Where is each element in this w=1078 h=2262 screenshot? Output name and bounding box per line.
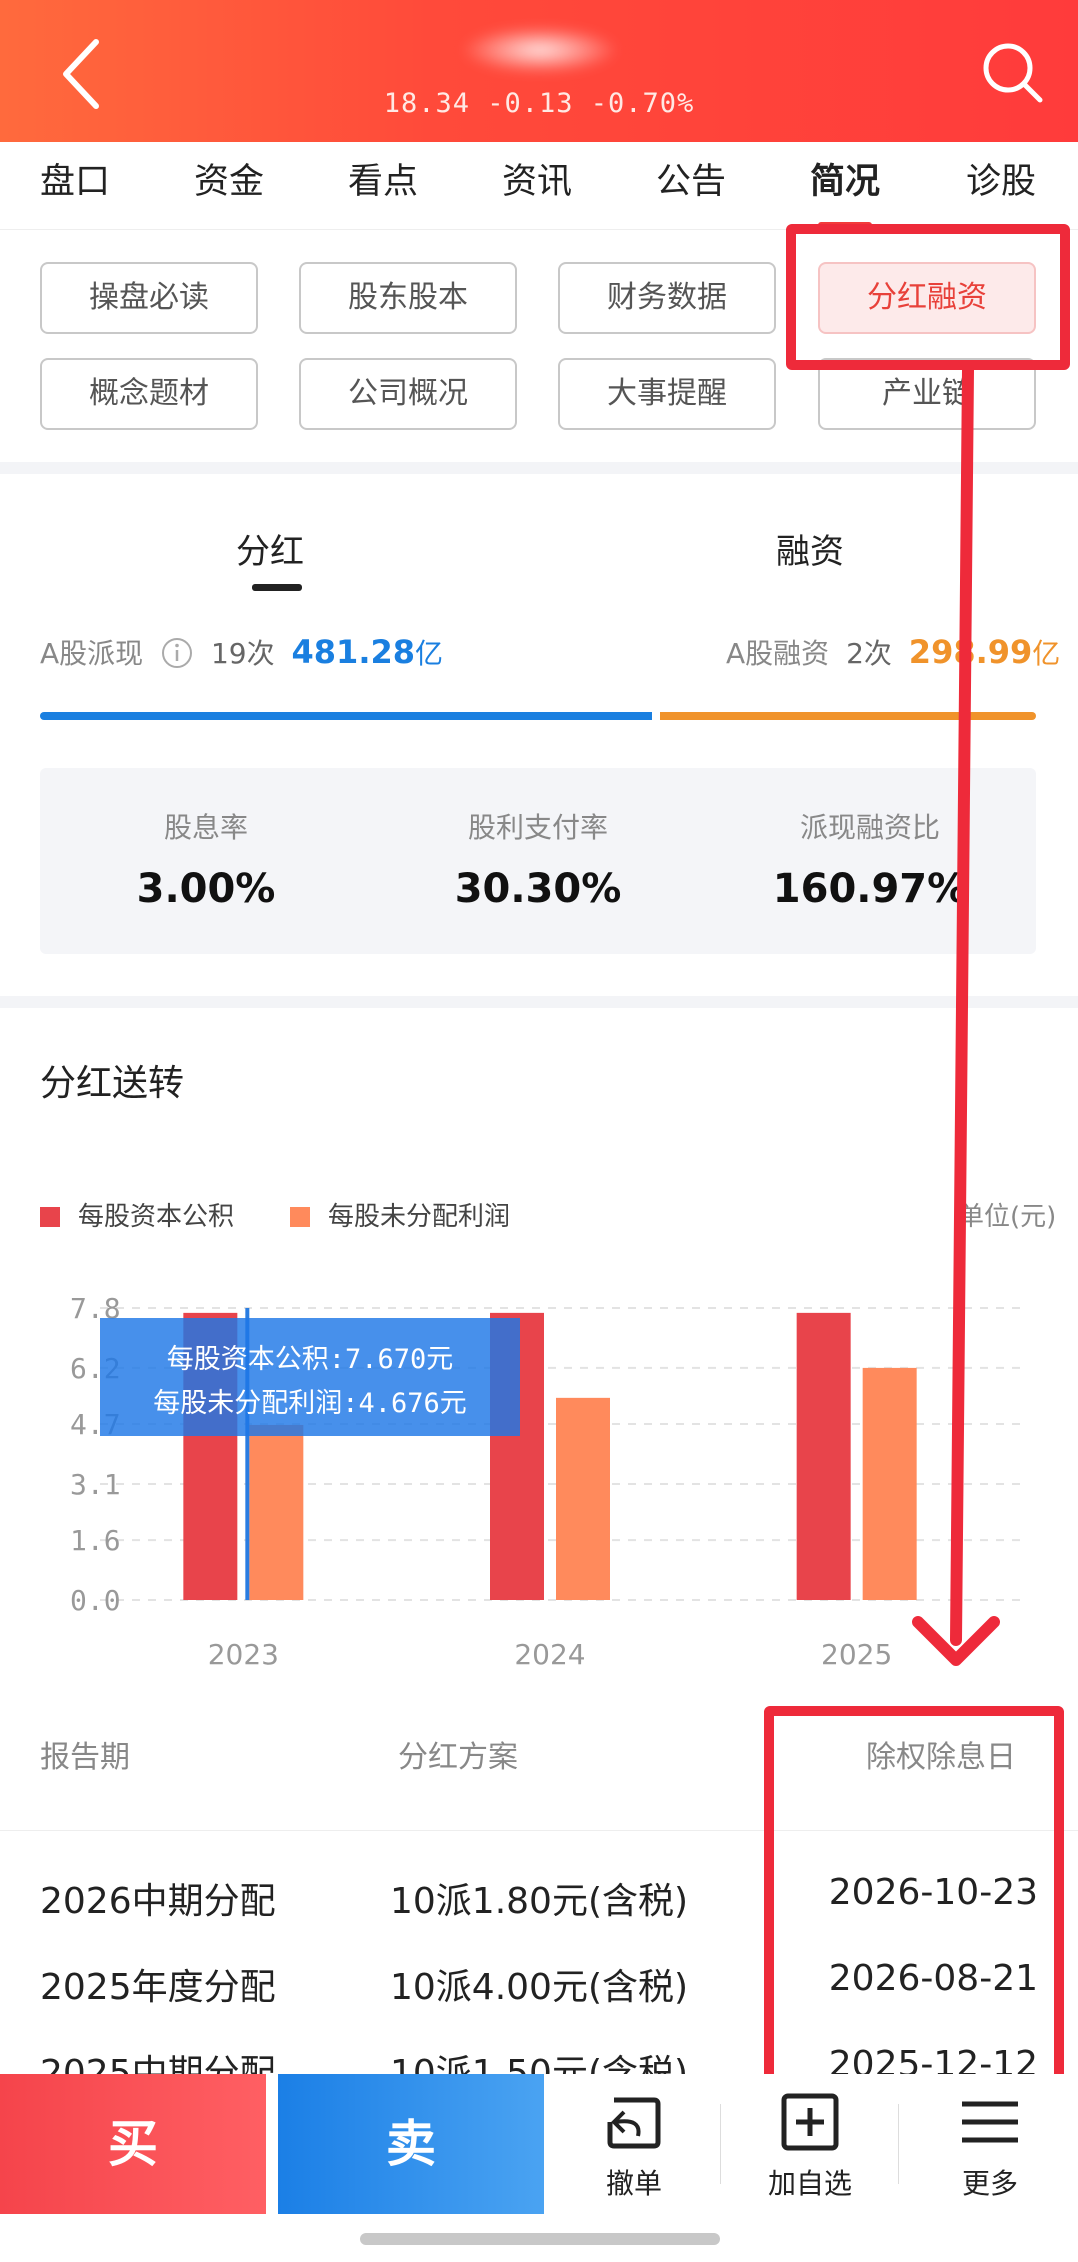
kpi-dividend-yield: 股息率 3.00% [40,768,372,912]
chip-financial-data[interactable]: 财务数据 [558,262,776,334]
financing-count: 2次 [846,637,892,670]
x-tick-label: 2025 [821,1638,892,1671]
more-button[interactable]: 更多 [910,2074,1070,2214]
info-icon[interactable] [160,636,194,670]
dividend-stats: A股派现 19次 481.28亿 [40,632,443,672]
chip-company-profile[interactable]: 公司概况 [299,358,517,430]
tooltip-line: 每股未分配利润:4.676元 [153,1388,467,1419]
dividend-count: 19次 [210,637,275,670]
blurred-stock-name [460,26,620,74]
y-tick-label: 0.0 [70,1584,121,1617]
sell-button[interactable]: 卖 [278,2074,544,2214]
kpi-panel: 股息率 3.00% 股利支付率 30.30% 派现融资比 160.97% [40,768,1036,954]
dividend-label: A股派现 [40,637,144,670]
cell-period: 2026中期分配 [40,1881,276,1922]
stock-quote: 18.34 -0.13 -0.70% [383,88,695,119]
tab-pankou[interactable]: 盘口 [40,142,110,230]
kpi-payout-ratio: 股利支付率 30.30% [372,768,704,912]
buy-button[interactable]: 买 [0,2074,266,2214]
legend-item-capital-reserve[interactable]: 每股资本公积 [40,1196,234,1233]
financing-stats: A股融资 2次 298.99亿 [726,632,1060,672]
dividend-unit: 亿 [415,637,444,670]
main-tab-bar: 盘口 资金 看点 资讯 公告 简况 诊股 [0,142,1078,230]
chip-concepts[interactable]: 概念题材 [40,358,258,430]
legend-label: 每股资本公积 [78,1202,235,1232]
plus-box-icon [781,2093,839,2151]
financing-label: A股融资 [726,637,830,670]
stock-header: 18.34 -0.13 -0.70% [0,0,1078,142]
col-header-plan: 分红方案 [398,1740,518,1775]
annotation-arrow-icon [912,370,1000,1666]
legend-swatch [290,1207,310,1227]
x-tick-label: 2024 [514,1638,585,1671]
annotation-box-chip [786,224,1070,370]
cancel-order-button[interactable]: 撤单 [554,2074,714,2214]
action-label: 加自选 [767,2167,852,2200]
tab-overview[interactable]: 简况 [810,142,880,230]
tab-news[interactable]: 资讯 [502,142,572,230]
search-icon[interactable] [980,40,1044,104]
dividend-amount: 481.28 [291,633,415,671]
action-separator [720,2104,721,2184]
add-watchlist-button[interactable]: 加自选 [730,2074,890,2214]
x-tick-label: 2023 [208,1638,279,1671]
chip-must-read[interactable]: 操盘必读 [40,262,258,334]
tab-diagnosis[interactable]: 诊股 [966,142,1036,230]
legend-swatch [40,1207,60,1227]
bar-undistributed-profit [249,1424,304,1600]
legend-label: 每股未分配利润 [328,1202,511,1232]
cell-period: 2025年度分配 [40,1967,276,2008]
kpi-label: 股息率 [163,811,248,844]
cell-plan: 10派4.00元(含税) [390,1967,689,2008]
undo-icon [607,2097,661,2149]
y-tick-label: 3.1 [70,1468,121,1501]
y-tick-label: 1.6 [70,1524,121,1557]
action-separator [898,2104,899,2184]
bar-undistributed-profit [556,1397,610,1600]
home-indicator [360,2233,720,2245]
action-label: 更多 [961,2167,1018,2200]
col-header-period: 报告期 [40,1740,130,1775]
menu-icon [962,2101,1018,2143]
kpi-label: 股利支付率 [467,811,608,844]
annotation-box-ex-date [764,1706,1064,2090]
kpi-value: 3.00% [136,866,276,912]
subtab-indicator [252,584,302,591]
tab-announcements[interactable]: 公告 [656,142,726,230]
chip-events[interactable]: 大事提醒 [558,358,776,430]
tooltip-line: 每股资本公积:7.670元 [167,1344,454,1375]
tab-funds[interactable]: 资金 [194,142,264,230]
subtab-financing[interactable]: 融资 [776,524,844,573]
legend-item-undistributed-profit[interactable]: 每股未分配利润 [290,1196,510,1233]
section-title: 分红送转 [40,1063,185,1104]
chip-shareholders[interactable]: 股东股本 [299,262,517,334]
screen: 18.34 -0.13 -0.70% 盘口 资金 看点 资讯 公告 简况 诊股 … [0,0,1078,2262]
financing-unit: 亿 [1032,637,1061,670]
dividend-ratio-bar [40,712,652,720]
cell-plan: 10派1.80元(含税) [390,1881,689,1922]
subtab-dividend[interactable]: 分红 [236,524,304,573]
bar-capital-reserve [796,1312,851,1600]
tab-highlights[interactable]: 看点 [348,142,418,230]
action-label: 撤单 [605,2167,662,2200]
kpi-value: 30.30% [454,866,622,912]
